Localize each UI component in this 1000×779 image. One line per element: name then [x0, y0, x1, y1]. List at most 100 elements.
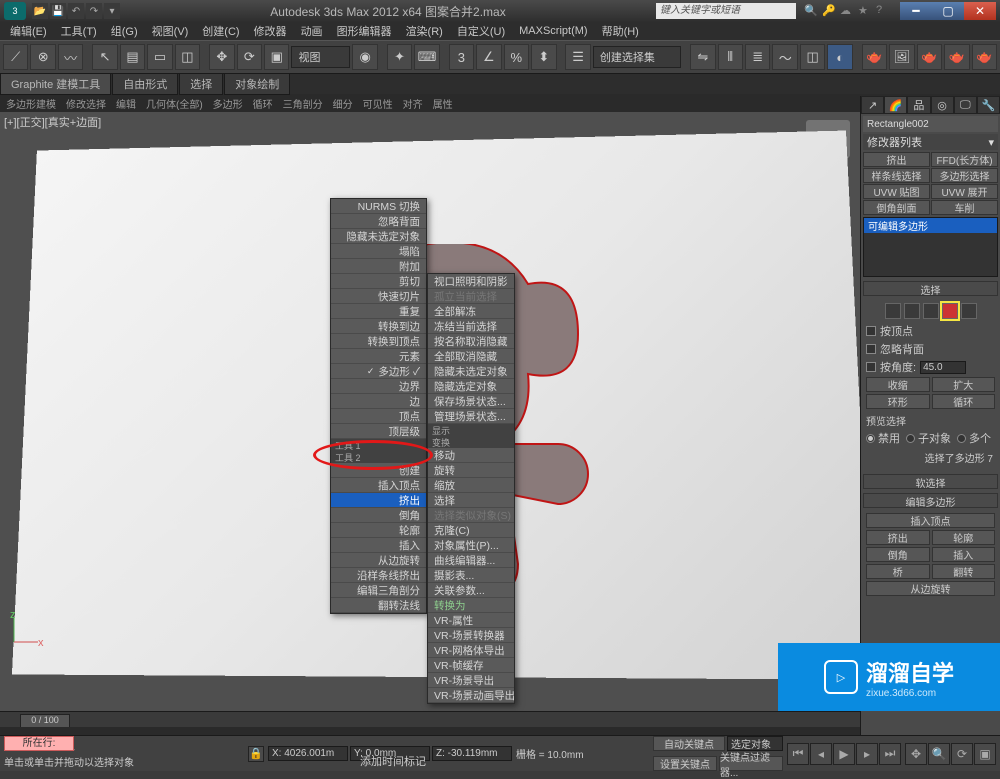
btn-ring[interactable]: 环形: [866, 394, 930, 409]
render-iter-icon[interactable]: 🫖: [944, 44, 969, 70]
qm-hinge[interactable]: 从边旋转: [331, 553, 426, 568]
menu-rendering[interactable]: 渲染(R): [400, 23, 449, 39]
material-editor-icon[interactable]: ◐: [827, 44, 852, 70]
track-bar[interactable]: 0 / 100: [0, 711, 860, 735]
qb-uvwunwrap[interactable]: UVW 展开: [931, 184, 998, 199]
qr-curveed[interactable]: 曲线编辑器...: [428, 553, 514, 568]
panel-polygons[interactable]: 多边形: [213, 96, 243, 111]
rollout-soft-title[interactable]: 软选择: [863, 474, 998, 489]
ref-coord-dropdown[interactable]: 视图: [291, 46, 350, 68]
so-border-icon[interactable]: [923, 303, 939, 319]
qm-polygon[interactable]: 多边形 ✓: [331, 364, 426, 379]
qr-vrexport[interactable]: VR-场景导出: [428, 673, 514, 688]
qr-unhideall[interactable]: 全部取消隐藏: [428, 349, 514, 364]
menu-group[interactable]: 组(G): [105, 23, 144, 39]
qm-inset[interactable]: 插入: [331, 538, 426, 553]
command-panel-tabs[interactable]: ↗ 🌈 品 ◎ 🖵 🔧: [861, 96, 1000, 114]
modifier-stack[interactable]: 可编辑多边形: [863, 217, 998, 277]
rendered-frame-icon[interactable]: 🖼: [889, 44, 914, 70]
prev-frame-icon[interactable]: ◂: [810, 743, 832, 765]
menu-tools[interactable]: 工具(T): [55, 23, 103, 39]
btn-inset[interactable]: 插入: [932, 547, 996, 562]
autokey-button[interactable]: 自动关键点: [653, 736, 725, 751]
qm-nurms[interactable]: NURMS 切换: [331, 199, 426, 214]
qb-splinesel[interactable]: 样条线选择: [863, 168, 930, 183]
schematic-icon[interactable]: ◫: [800, 44, 825, 70]
orbit-icon[interactable]: ⟳: [951, 743, 973, 765]
open-icon[interactable]: 📂: [32, 3, 48, 19]
spinner-snap-icon[interactable]: ⬍: [531, 44, 556, 70]
keyfilters-button[interactable]: 关键点过滤器...: [719, 756, 783, 771]
qm-hideunsel[interactable]: 隐藏未选定对象: [331, 229, 426, 244]
select-icon[interactable]: ↖: [92, 44, 117, 70]
play-icon[interactable]: ▶: [833, 743, 855, 765]
ribbon-tab-graphite[interactable]: Graphite 建模工具: [0, 73, 111, 95]
btn-grow[interactable]: 扩大: [932, 377, 996, 392]
pan-icon[interactable]: ✥: [905, 743, 927, 765]
scale-icon[interactable]: ▣: [264, 44, 289, 70]
panel-loops[interactable]: 循环: [253, 96, 273, 111]
so-vertex-icon[interactable]: [885, 303, 901, 319]
next-frame-icon[interactable]: ▸: [856, 743, 878, 765]
zoom-icon[interactable]: 🔍: [928, 743, 950, 765]
qm-bevel[interactable]: 倒角: [331, 508, 426, 523]
qr-selectsimilar[interactable]: 选择类似对象(S): [428, 508, 514, 523]
keyboard-icon[interactable]: ⌨: [414, 44, 439, 70]
align-icon[interactable]: ⫴: [718, 44, 743, 70]
close-button[interactable]: ✕: [964, 2, 996, 20]
qr-unhidebyname[interactable]: 按名称取消隐藏: [428, 334, 514, 349]
stack-item-editpoly[interactable]: 可编辑多边形: [864, 218, 997, 233]
redo-icon[interactable]: ↷: [86, 3, 102, 19]
menu-grapheditors[interactable]: 图形编辑器: [331, 23, 398, 39]
qm-insertvert[interactable]: 插入顶点: [331, 478, 426, 493]
quad-menu-right[interactable]: 视口照明和阴影 孤立当前选择 全部解冻 冻结当前选择 按名称取消隐藏 全部取消隐…: [427, 273, 515, 704]
bind-space-icon[interactable]: 〰: [58, 44, 83, 70]
panel-edit[interactable]: 编辑: [116, 96, 136, 111]
qr-select[interactable]: 选择: [428, 493, 514, 508]
addtime-tag[interactable]: 添加时间标记: [360, 753, 480, 769]
menu-customize[interactable]: 自定义(U): [451, 23, 511, 39]
goto-start-icon[interactable]: ⏮: [787, 743, 809, 765]
rollout-editpoly-title[interactable]: 编辑多边形: [863, 493, 998, 508]
btn-bevel[interactable]: 倒角: [866, 547, 930, 562]
qr-rotate[interactable]: 旋转: [428, 463, 514, 478]
select-name-icon[interactable]: ▤: [120, 44, 145, 70]
qr-vranimexp[interactable]: VR-场景动画导出: [428, 688, 514, 703]
menu-maxscript[interactable]: MAXScript(M): [513, 25, 593, 37]
tab-util-icon[interactable]: 🔧: [977, 96, 1000, 114]
qr-convert[interactable]: 转换为: [428, 598, 514, 613]
layer-icon[interactable]: ≣: [745, 44, 770, 70]
qm-vertex[interactable]: 顶点: [331, 409, 426, 424]
qb-lathe[interactable]: 车削: [931, 200, 998, 215]
qm-edge[interactable]: 边: [331, 394, 426, 409]
tab-create-icon[interactable]: ↗: [861, 96, 884, 114]
qr-unfreezeall[interactable]: 全部解冻: [428, 304, 514, 319]
btn-bridge[interactable]: 桥: [866, 564, 930, 579]
qr-objprops[interactable]: 对象属性(P)...: [428, 538, 514, 553]
qm-flip[interactable]: 翻转法线: [331, 598, 426, 613]
named-selset-dropdown[interactable]: 创建选择集: [593, 46, 681, 68]
btn-hinge[interactable]: 从边旋转: [866, 581, 995, 596]
modifier-list-dropdown[interactable]: 修改器列表▾: [863, 134, 998, 150]
qr-dopesheet[interactable]: 摄影表...: [428, 568, 514, 583]
qm-extrude[interactable]: 挤出: [331, 493, 426, 508]
tab-modify-icon[interactable]: 🌈: [884, 96, 907, 114]
chk-byvertex[interactable]: [866, 326, 876, 336]
search-icon[interactable]: 🔍: [804, 4, 818, 18]
btn-outline[interactable]: 轮廓: [932, 530, 996, 545]
qm-edittri[interactable]: 编辑三角剖分: [331, 583, 426, 598]
btn-insertvertex[interactable]: 插入顶点: [866, 513, 995, 528]
qr-vrfb[interactable]: VR-帧缓存: [428, 658, 514, 673]
btn-shrink[interactable]: 收缩: [866, 377, 930, 392]
qr-hidesel[interactable]: 隐藏选定对象: [428, 379, 514, 394]
qb-uvwmap[interactable]: UVW 贴图: [863, 184, 930, 199]
btn-loop[interactable]: 循环: [932, 394, 996, 409]
setkey-button[interactable]: 设置关键点: [653, 756, 717, 771]
max-viewport-icon[interactable]: ▣: [974, 743, 996, 765]
qr-scale[interactable]: 缩放: [428, 478, 514, 493]
tab-display-icon[interactable]: 🖵: [954, 96, 977, 114]
angle-snap-icon[interactable]: ∠: [476, 44, 501, 70]
cloud-icon[interactable]: ☁: [840, 4, 854, 18]
btn-extrude[interactable]: 挤出: [866, 530, 930, 545]
qr-vrscene[interactable]: VR-场景转换器: [428, 628, 514, 643]
